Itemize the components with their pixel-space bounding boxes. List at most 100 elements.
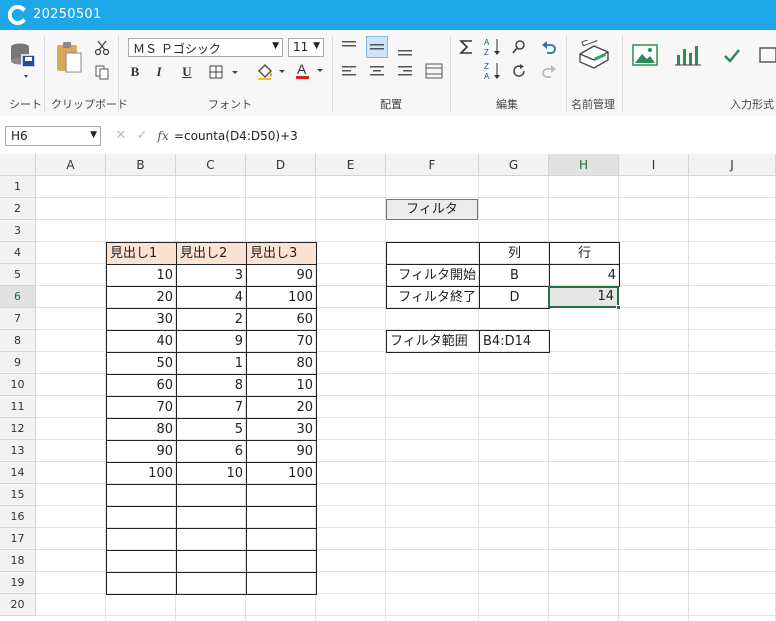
table-cell[interactable]: 90 <box>106 440 177 463</box>
align-top-icon[interactable] <box>338 36 360 56</box>
column-header-b[interactable]: B <box>106 154 176 176</box>
table-header-cell[interactable]: 見出し2 <box>176 242 247 265</box>
column-header-i[interactable]: I <box>619 154 689 176</box>
table-cell[interactable]: 5 <box>176 418 247 441</box>
row-header-20[interactable]: 20 <box>0 594 36 616</box>
column-header-g[interactable]: G <box>479 154 549 176</box>
table-empty-cell[interactable] <box>246 528 317 551</box>
row-header-13[interactable]: 13 <box>0 440 36 462</box>
name-box[interactable]: H6 ▼ <box>5 126 101 146</box>
column-header-c[interactable]: C <box>176 154 246 176</box>
filter-table-corner[interactable] <box>386 242 480 265</box>
copy-icon[interactable] <box>92 62 112 82</box>
filter-range-label[interactable]: フィルタ範囲 <box>386 330 480 353</box>
table-cell[interactable]: 60 <box>246 308 317 331</box>
table-cell[interactable]: 30 <box>106 308 177 331</box>
select-all-corner[interactable] <box>0 154 36 176</box>
merge-cells-icon[interactable] <box>423 60 445 82</box>
table-cell[interactable]: 9 <box>176 330 247 353</box>
table-cell[interactable]: 6 <box>176 440 247 463</box>
align-bottom-icon[interactable] <box>394 40 416 60</box>
confirm-formula-icon[interactable]: ✓ <box>133 126 151 146</box>
refresh-icon[interactable] <box>508 60 530 82</box>
table-cell[interactable]: 40 <box>106 330 177 353</box>
row-header-1[interactable]: 1 <box>0 176 36 198</box>
cancel-formula-icon[interactable]: ✕ <box>112 126 130 146</box>
spreadsheet-grid[interactable]: ABCDEFGHIJ 1 2 3 4 5 6 7 8 9 10 11 12 13 14 15 16 17 18 19… <box>0 154 776 621</box>
font-color-icon[interactable]: A <box>292 60 326 82</box>
table-cell[interactable]: 7 <box>176 396 247 419</box>
border-icon[interactable] <box>207 62 241 82</box>
row-header-12[interactable]: 12 <box>0 418 36 440</box>
align-center-icon[interactable] <box>366 62 388 82</box>
table-cell[interactable]: 3 <box>176 264 247 287</box>
active-cell[interactable]: 14 <box>548 286 619 308</box>
table-cell[interactable]: 20 <box>106 286 177 309</box>
table-empty-cell[interactable] <box>246 550 317 573</box>
table-cell[interactable]: 50 <box>106 352 177 375</box>
table-empty-cell[interactable] <box>246 506 317 529</box>
fill-handle[interactable] <box>616 305 621 310</box>
row-header-3[interactable]: 3 <box>0 220 36 242</box>
row-header-2[interactable]: 2 <box>0 198 36 220</box>
italic-button[interactable]: I <box>150 62 168 82</box>
row-header-16[interactable]: 16 <box>0 506 36 528</box>
table-empty-cell[interactable] <box>176 506 247 529</box>
row-header-5[interactable]: 5 <box>0 264 36 286</box>
table-cell[interactable]: 10 <box>246 374 317 397</box>
function-icon[interactable]: fx <box>154 126 172 146</box>
filter-start-label[interactable]: フィルタ開始 <box>386 264 480 287</box>
row-header-4[interactable]: 4 <box>0 242 36 264</box>
align-left-icon[interactable] <box>338 62 360 82</box>
underline-button[interactable]: U <box>178 62 196 82</box>
filter-end-col[interactable]: D <box>479 286 550 309</box>
table-cell[interactable]: 90 <box>246 440 317 463</box>
fill-color-icon[interactable] <box>254 62 288 82</box>
table-empty-cell[interactable] <box>176 484 247 507</box>
redo-icon[interactable] <box>538 60 560 82</box>
font-size-select[interactable]: 11 ▼ <box>288 38 324 57</box>
formula-input[interactable]: =counta(D4:D50)+3 <box>174 126 772 146</box>
table-cell[interactable]: 20 <box>246 396 317 419</box>
row-header-18[interactable]: 18 <box>0 550 36 572</box>
filter-start-col[interactable]: B <box>479 264 550 287</box>
row-header-8[interactable]: 8 <box>0 330 36 352</box>
table-empty-cell[interactable] <box>106 572 177 595</box>
row-header-9[interactable]: 9 <box>0 352 36 374</box>
table-empty-cell[interactable] <box>106 550 177 573</box>
chart-icon[interactable] <box>672 40 704 70</box>
table-cell[interactable]: 2 <box>176 308 247 331</box>
table-header-cell[interactable]: 見出し3 <box>246 242 317 265</box>
image-icon[interactable] <box>630 40 660 70</box>
column-header-j[interactable]: J <box>689 154 776 176</box>
table-cell[interactable]: 100 <box>106 462 177 485</box>
checkbox-icon[interactable] <box>718 42 746 70</box>
sort-desc-icon[interactable]: ZA <box>482 60 504 82</box>
table-cell[interactable]: 4 <box>176 286 247 309</box>
table-cell[interactable]: 30 <box>246 418 317 441</box>
paste-icon[interactable] <box>52 40 86 76</box>
align-right-icon[interactable] <box>394 62 416 82</box>
table-empty-cell[interactable] <box>176 528 247 551</box>
row-header-10[interactable]: 10 <box>0 374 36 396</box>
table-empty-cell[interactable] <box>246 572 317 595</box>
filter-button[interactable]: フィルタ <box>386 199 478 220</box>
table-header-cell[interactable]: 見出し1 <box>106 242 177 265</box>
table-cell[interactable]: 70 <box>246 330 317 353</box>
autosum-icon[interactable] <box>456 36 478 58</box>
table-cell[interactable]: 90 <box>246 264 317 287</box>
row-header-17[interactable]: 17 <box>0 528 36 550</box>
table-cell[interactable]: 100 <box>246 462 317 485</box>
sheet-db-icon[interactable] <box>6 38 40 82</box>
font-name-select[interactable]: ＭＳ Ｐゴシック ▼ <box>128 38 283 57</box>
filter-col-header[interactable]: 列 <box>479 242 550 265</box>
undo-icon[interactable] <box>538 36 560 58</box>
table-cell[interactable]: 1 <box>176 352 247 375</box>
column-header-h[interactable]: H <box>549 154 619 176</box>
table-cell[interactable]: 10 <box>106 264 177 287</box>
column-header-f[interactable]: F <box>386 154 479 176</box>
row-header-6[interactable]: 6 <box>0 286 36 308</box>
table-empty-cell[interactable] <box>106 484 177 507</box>
row-header-7[interactable]: 7 <box>0 308 36 330</box>
table-cell[interactable]: 60 <box>106 374 177 397</box>
